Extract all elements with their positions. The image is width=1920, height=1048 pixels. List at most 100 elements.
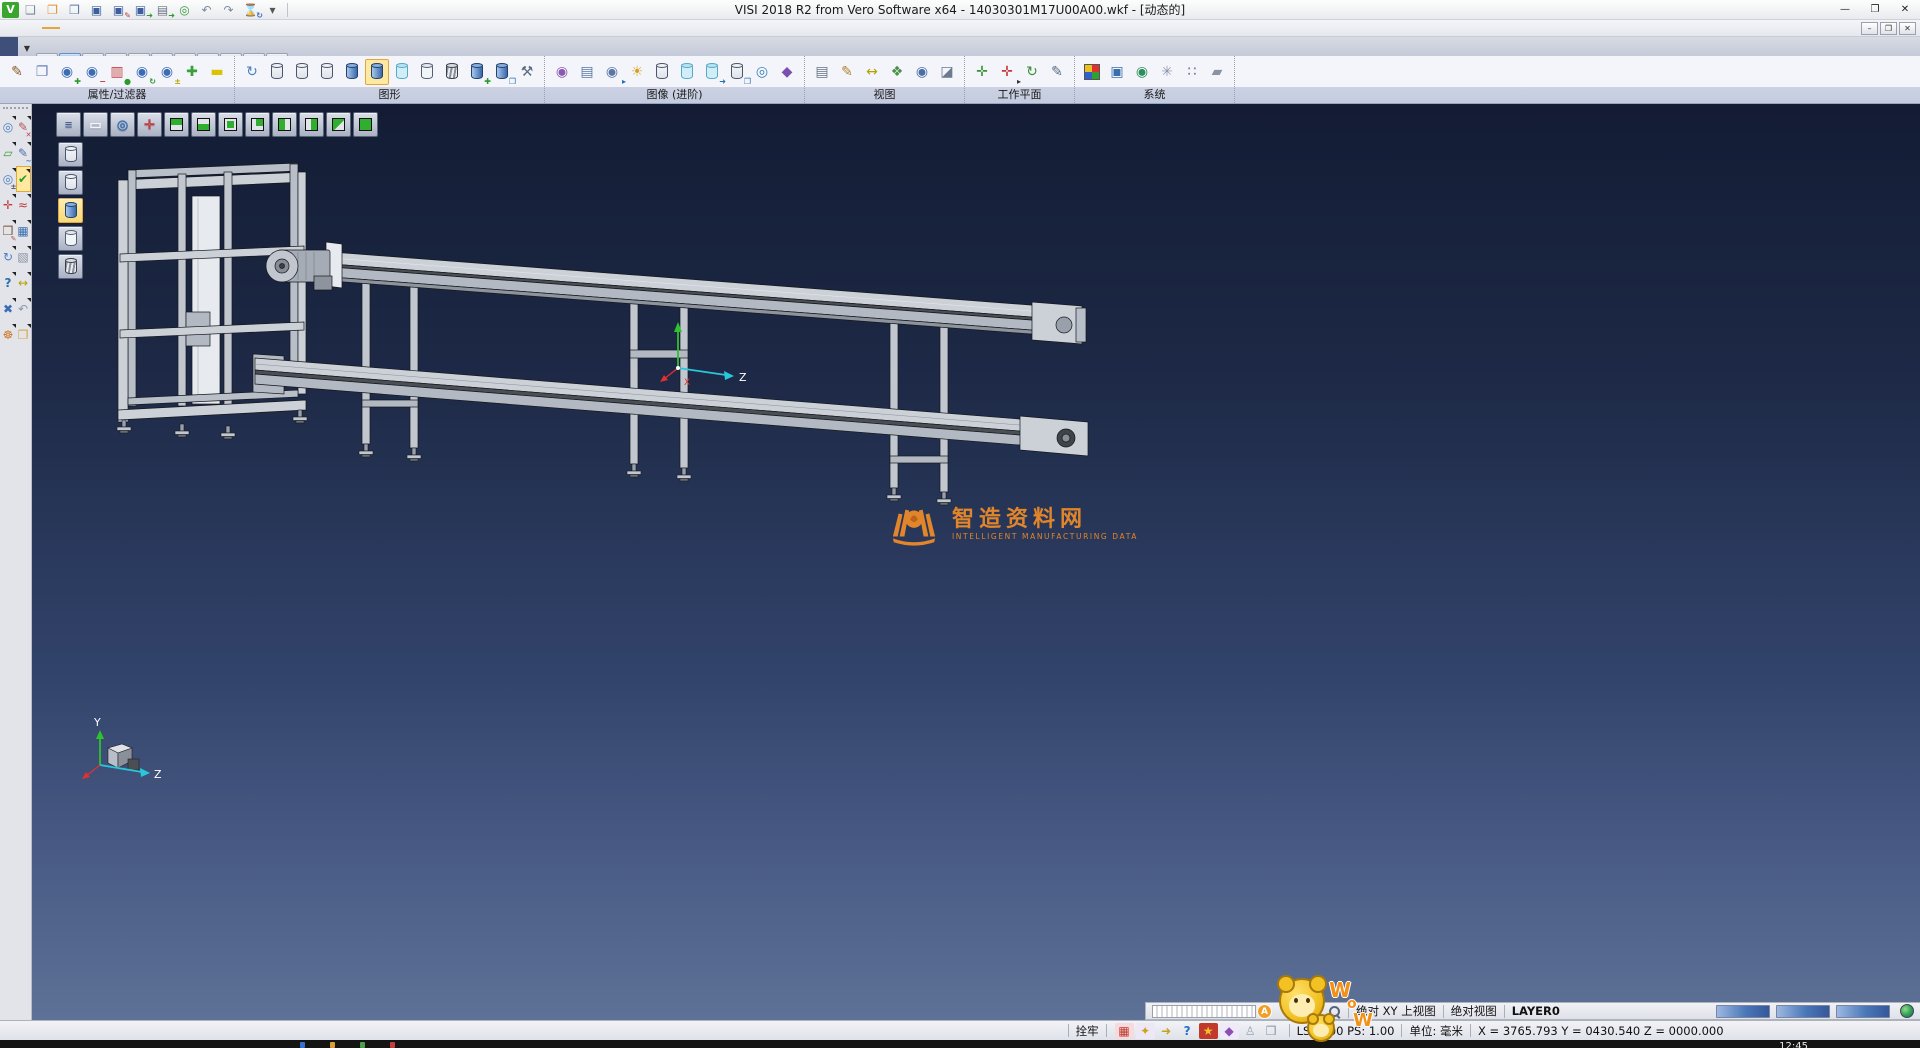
menu-item-moldflow[interactable]	[312, 27, 330, 29]
view-left-icon[interactable]	[272, 112, 297, 137]
dock-plane-icon[interactable]: ▱	[1, 140, 16, 166]
menu-item-modeling[interactable]	[114, 27, 132, 29]
view-top-icon[interactable]	[164, 112, 189, 137]
open-file-icon[interactable]: ❐	[42, 1, 63, 19]
workplane-rotate-icon[interactable]: ↻	[1020, 59, 1044, 85]
windows-taskbar-sliver[interactable]: 12:45	[0, 1040, 1920, 1048]
menu-item-surface[interactable]	[78, 27, 96, 29]
active-layer-label[interactable]: LAYER0	[1512, 1004, 1560, 1018]
import-file-icon[interactable]: ❒	[64, 1, 85, 19]
status-star-icon[interactable]: ★	[1199, 1023, 1218, 1039]
adv-magnify-icon[interactable]: ◎	[750, 59, 774, 85]
dock-zoom-entity-icon[interactable]: ◎±	[1, 166, 16, 192]
dock-curve-pencil-icon[interactable]: ✎~	[16, 140, 31, 166]
adv-film-icon[interactable]: ▤	[575, 59, 599, 85]
view-menu-icon[interactable]: ≡	[56, 112, 81, 137]
dashed-hidden-mode-icon[interactable]	[315, 59, 339, 85]
minimize-button[interactable]: —	[1830, 0, 1860, 19]
system-display-icon[interactable]: ▣	[1105, 59, 1129, 85]
save-as-icon[interactable]: ▣✎	[108, 1, 129, 19]
menu-item-analysis[interactable]	[132, 27, 150, 29]
menu-item-help[interactable]	[330, 27, 348, 29]
mini-scrollbar[interactable]	[1152, 1005, 1256, 1018]
dock-spline-icon[interactable]: ≈	[16, 192, 31, 218]
menu-item-dimension[interactable]	[168, 27, 186, 29]
preview-icon[interactable]: ◎	[174, 1, 195, 19]
view-axo-icon[interactable]	[326, 112, 351, 137]
workplane-edit-icon[interactable]: ✎	[1045, 59, 1069, 85]
adv-view-icon[interactable]: ◉	[550, 59, 574, 85]
dock-solid-icon[interactable]: ▧	[16, 244, 31, 270]
attribute-report-icon[interactable]: ❐	[30, 59, 54, 85]
view-front-icon[interactable]	[218, 112, 243, 137]
save-icon[interactable]: ▣	[86, 1, 107, 19]
adv-camera-view-icon[interactable]: ◉▸	[600, 59, 624, 85]
system-globe-icon[interactable]: ◉	[1130, 59, 1154, 85]
render-hidden-line-icon[interactable]	[58, 170, 83, 195]
status-key-icon[interactable]: ➜	[1157, 1023, 1176, 1039]
menu-item-machining[interactable]	[240, 27, 258, 29]
translucent-mode-icon[interactable]	[390, 59, 414, 85]
dock-ucs-icon[interactable]: ✛	[1, 192, 16, 218]
dock-edit-delete-icon[interactable]: ✎✕	[16, 114, 31, 140]
mdi-close-button[interactable]: ✕	[1899, 22, 1916, 35]
dock-delete-icon[interactable]: ✖	[1, 296, 16, 322]
graphics-viewport[interactable]: Z X Y Z ≡▭◎✛	[32, 104, 1920, 1020]
save-all-icon[interactable]: ▣➜	[130, 1, 151, 19]
mdi-minimize-button[interactable]: –	[1861, 22, 1878, 35]
view-triad-icon[interactable]: ✛	[137, 112, 162, 137]
dock-navigate-icon[interactable]: ☸	[1, 322, 16, 348]
menu-item-standard-parts[interactable]	[294, 27, 312, 29]
system-grid-icon[interactable]: ∷	[1180, 59, 1204, 85]
status-wand-icon[interactable]: ✦	[1136, 1023, 1155, 1039]
view-right-icon[interactable]	[299, 112, 324, 137]
render-shaded-icon[interactable]	[58, 198, 83, 223]
shade-copy-icon[interactable]: ❐	[490, 59, 514, 85]
absolute-view-label[interactable]: 绝对视图	[1451, 1003, 1497, 1019]
view-measure-icon[interactable]: ↔	[860, 59, 884, 85]
new-file-icon[interactable]: ❑	[20, 1, 41, 19]
shaded-mode-icon[interactable]	[340, 59, 364, 85]
menu-item-system[interactable]	[204, 27, 222, 29]
dock-undo-icon[interactable]: ↶	[16, 296, 31, 322]
wireframe-mode-icon[interactable]	[265, 59, 289, 85]
menu-item-electrode[interactable]	[150, 27, 168, 29]
view-refresh-icon[interactable]: ◉↻	[130, 59, 154, 85]
menu-item-edit[interactable]	[24, 27, 42, 29]
render-wireframe-icon[interactable]	[58, 142, 83, 167]
maximize-button[interactable]: ❐	[1860, 0, 1890, 19]
status-help-icon[interactable]: ?	[1178, 1023, 1197, 1039]
lock-toggle[interactable]: 拴牢	[1076, 1023, 1099, 1039]
adv-material-icon[interactable]	[675, 59, 699, 85]
globe-icon[interactable]	[1900, 1004, 1914, 1018]
dock-help-icon[interactable]: ?	[1, 270, 16, 296]
status-prism-icon[interactable]: ◆	[1220, 1023, 1239, 1039]
view-sketch-icon[interactable]: ✎	[835, 59, 859, 85]
adv-light-icon[interactable]: ☀	[625, 59, 649, 85]
view-fit-icon[interactable]: ▭	[83, 112, 108, 137]
dock-grip-handle[interactable]	[3, 107, 28, 111]
dock-regen-icon[interactable]: ↻	[1, 244, 16, 270]
view-iso-icon[interactable]	[353, 112, 378, 137]
hatched-mode-icon[interactable]	[440, 59, 464, 85]
menu-item-mesh[interactable]	[60, 27, 78, 29]
workplane-create-icon[interactable]: ✛	[970, 59, 994, 85]
menu-item-wireframe[interactable]	[42, 27, 60, 29]
menu-item-window[interactable]	[222, 27, 240, 29]
color-swatch[interactable]	[1716, 1005, 1770, 1018]
menu-item-drawing[interactable]	[186, 27, 204, 29]
view-eye-icon[interactable]: ◉	[910, 59, 934, 85]
hide-all-icon[interactable]: ▬	[205, 59, 229, 85]
show-all-icon[interactable]: ✚	[180, 59, 204, 85]
shade-assign-icon[interactable]: ✚	[465, 59, 489, 85]
render-hatched-icon[interactable]	[58, 254, 83, 279]
adv-texture-icon[interactable]	[650, 59, 674, 85]
close-button[interactable]: ✕	[1890, 0, 1920, 19]
dock-open-icon[interactable]: ❐	[16, 322, 31, 348]
view-back-icon[interactable]	[245, 112, 270, 137]
view-section-icon[interactable]: ◪	[935, 59, 959, 85]
view-bottom-icon[interactable]	[191, 112, 216, 137]
print-icon[interactable]: ▤➜	[152, 1, 173, 19]
flat-mode-icon[interactable]	[415, 59, 439, 85]
adv-snapshot-icon[interactable]: ❐	[725, 59, 749, 85]
